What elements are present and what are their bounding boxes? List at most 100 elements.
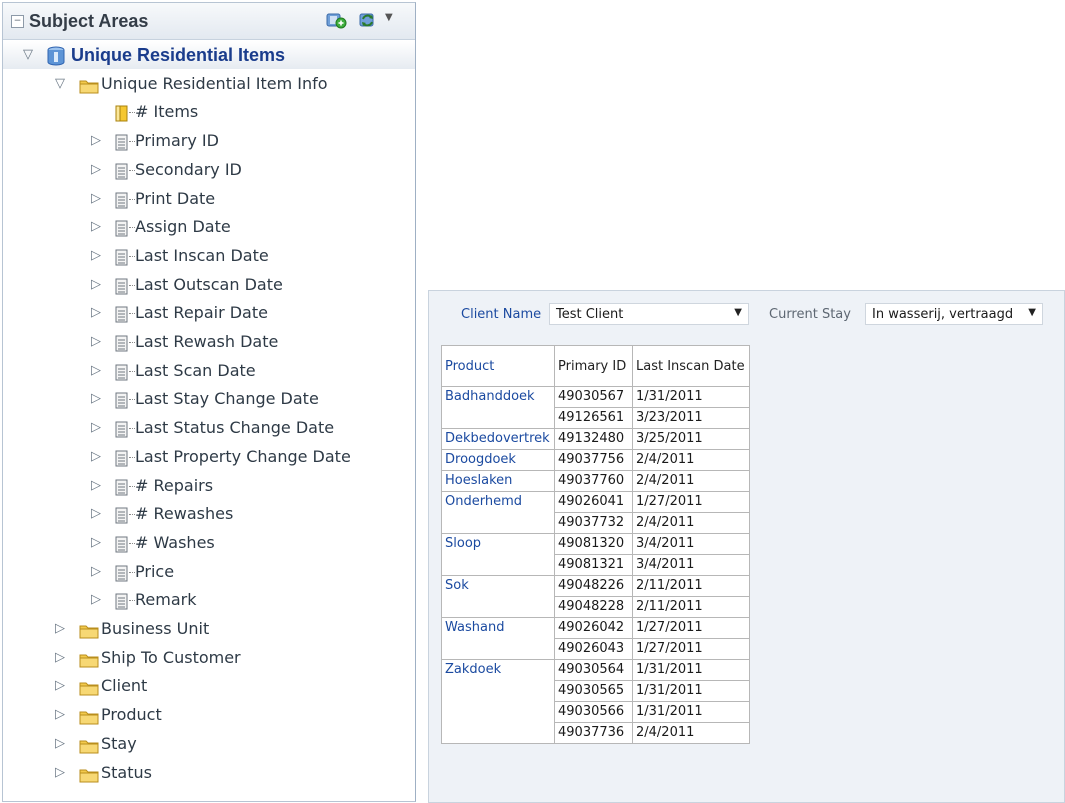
tree-item-label: # Repairs (135, 475, 214, 495)
tree-item-label: Last Status Change Date (135, 418, 335, 438)
last-inscan-date-cell: 1/27/2011 (632, 638, 750, 660)
tree-item-column[interactable]: ▷ Last Status Change Date (3, 414, 415, 442)
tree-item-column[interactable]: ▷ # Washes (3, 529, 415, 557)
product-cell[interactable]: Washand (441, 617, 555, 660)
tree-item-label: Assign Date (135, 217, 231, 237)
last-inscan-date-cell: 1/27/2011 (632, 617, 750, 639)
tree-item-column[interactable]: ▷ Last Property Change Date (3, 443, 415, 471)
tree-item-measure[interactable]: # Items (3, 98, 415, 126)
collapsed-toggle-icon[interactable]: ▷ (51, 730, 69, 758)
table-row: Sloop 49081320 3/4/2011 (441, 533, 750, 576)
tree-item-label: Client (101, 676, 148, 696)
tree-item-folder[interactable]: ▷ Client (3, 672, 415, 700)
column-header-last-inscan-date[interactable]: Last Inscan Date (632, 345, 750, 387)
collapsed-toggle-icon[interactable]: ▷ (87, 357, 105, 385)
primary-id-cell: 49026041 (554, 491, 633, 513)
client-name-label: Client Name (461, 307, 542, 322)
column-header-primary-id[interactable]: Primary ID (554, 345, 633, 387)
last-inscan-date-cell: 2/4/2011 (632, 512, 750, 534)
chevron-down-icon[interactable]: ▼ (385, 12, 393, 23)
collapsed-toggle-icon[interactable]: ▷ (87, 414, 105, 442)
tree-item-folder[interactable]: ▽ Unique Residential Item Info (3, 70, 415, 98)
product-cell[interactable]: Sok (441, 575, 555, 618)
tree-item-folder[interactable]: ▷ Business Unit (3, 615, 415, 643)
client-name-select[interactable]: Test Client ▼ (549, 303, 749, 325)
tree-item-label: Secondary ID (135, 159, 242, 179)
collapsed-toggle-icon[interactable]: ▷ (87, 299, 105, 327)
current-stay-select[interactable]: In wasserij, vertraagd ▼ (865, 303, 1043, 325)
tree-item-column[interactable]: ▷ Assign Date (3, 213, 415, 241)
product-cell[interactable]: Dekbedovertrek (441, 428, 555, 450)
tree-item-folder[interactable]: ▷ Ship To Customer (3, 644, 415, 672)
tree-item-column[interactable]: ▷ # Repairs (3, 472, 415, 500)
collapsed-toggle-icon[interactable]: ▷ (87, 529, 105, 557)
tree-item-folder[interactable]: ▷ Stay (3, 730, 415, 758)
collapsed-toggle-icon[interactable]: ▷ (87, 586, 105, 614)
tree-item-column[interactable]: ▷ # Rewashes (3, 500, 415, 528)
expanded-toggle-icon[interactable]: ▽ (51, 70, 69, 98)
product-cell[interactable]: Droogdoek (441, 449, 555, 471)
column-header-product[interactable]: Product (441, 345, 555, 387)
refresh-icon[interactable] (357, 10, 379, 30)
add-subject-area-icon[interactable] (325, 10, 347, 30)
collapsed-toggle-icon[interactable]: ▷ (87, 500, 105, 528)
tree-item-label: # Washes (135, 532, 215, 552)
tree-item-column[interactable]: ▷ Last Scan Date (3, 357, 415, 385)
collapsed-toggle-icon[interactable]: ▷ (87, 127, 105, 155)
product-cell[interactable]: Zakdoek (441, 659, 555, 744)
collapsed-toggle-icon[interactable]: ▷ (87, 271, 105, 299)
tree-item-column[interactable]: ▷ Remark (3, 586, 415, 614)
tree-item-subject-area[interactable]: ▽ Unique Residential Items (3, 41, 415, 69)
collapse-panel-icon[interactable]: − (11, 15, 24, 28)
tree-item-column[interactable]: ▷ Print Date (3, 185, 415, 213)
tree-item-column[interactable]: ▷ Primary ID (3, 127, 415, 155)
tree-item-label: Last Rewash Date (135, 332, 279, 351)
last-inscan-date-cell: 2/4/2011 (632, 470, 750, 492)
tree-item-column[interactable]: ▷ Last Rewash Date (3, 328, 415, 356)
current-stay-value: In wasserij, vertraagd (872, 307, 1014, 322)
panel-title: Subject Areas (29, 11, 149, 31)
collapsed-toggle-icon[interactable]: ▷ (51, 701, 69, 729)
collapsed-toggle-icon[interactable]: ▷ (87, 385, 105, 413)
collapsed-toggle-icon[interactable]: ▷ (87, 472, 105, 500)
collapsed-toggle-icon[interactable]: ▷ (51, 672, 69, 700)
collapsed-toggle-icon[interactable]: ▷ (87, 185, 105, 213)
last-inscan-date-cell: 1/27/2011 (632, 491, 750, 513)
tree-item-label: Unique Residential Items (71, 45, 286, 65)
results-table: Product Primary ID Last Inscan Date Badh… (441, 345, 750, 744)
collapsed-toggle-icon[interactable]: ▷ (87, 242, 105, 270)
tree-item-folder[interactable]: ▷ Product (3, 701, 415, 729)
tree-item-column[interactable]: ▷ Last Outscan Date (3, 271, 415, 299)
tree-item-folder[interactable]: ▷ Status (3, 759, 415, 787)
tree-item-column[interactable]: ▷ Last Repair Date (3, 299, 415, 327)
tree-item-label: Status (101, 762, 152, 782)
collapsed-toggle-icon[interactable]: ▷ (87, 156, 105, 184)
primary-id-cell: 49026043 (554, 638, 633, 660)
expanded-toggle-icon[interactable]: ▽ (19, 41, 37, 69)
last-inscan-date-cell: 1/31/2011 (632, 659, 750, 681)
collapsed-toggle-icon[interactable]: ▷ (87, 328, 105, 356)
tree-item-column[interactable]: ▷ Last Stay Change Date (3, 385, 415, 413)
tree-item-column[interactable]: ▷ Price (3, 558, 415, 586)
collapsed-toggle-icon[interactable]: ▷ (87, 213, 105, 241)
product-cell[interactable]: Sloop (441, 533, 555, 576)
last-inscan-date-cell: 3/23/2011 (632, 407, 750, 429)
collapsed-toggle-icon[interactable]: ▷ (51, 644, 69, 672)
tree-item-label: Print Date (135, 188, 216, 208)
collapsed-toggle-icon[interactable]: ▷ (87, 443, 105, 471)
product-cell[interactable]: Badhanddoek (441, 386, 555, 429)
tree-item-column[interactable]: ▷ Last Inscan Date (3, 242, 415, 270)
tree-item-column[interactable]: ▷ Secondary ID (3, 156, 415, 184)
last-inscan-date-cell: 1/31/2011 (632, 680, 750, 702)
collapsed-toggle-icon[interactable]: ▷ (87, 558, 105, 586)
chevron-down-icon: ▼ (734, 307, 742, 318)
product-cell[interactable]: Hoeslaken (441, 470, 555, 492)
tree-item-label: Ship To Customer (101, 647, 241, 667)
tree-item-label: Price (135, 561, 175, 581)
last-inscan-date-cell: 3/25/2011 (632, 428, 750, 450)
tree-item-label: Stay (101, 733, 137, 753)
collapsed-toggle-icon[interactable]: ▷ (51, 759, 69, 787)
collapsed-toggle-icon[interactable]: ▷ (51, 615, 69, 643)
primary-id-cell: 49037756 (554, 449, 633, 471)
product-cell[interactable]: Onderhemd (441, 491, 555, 534)
